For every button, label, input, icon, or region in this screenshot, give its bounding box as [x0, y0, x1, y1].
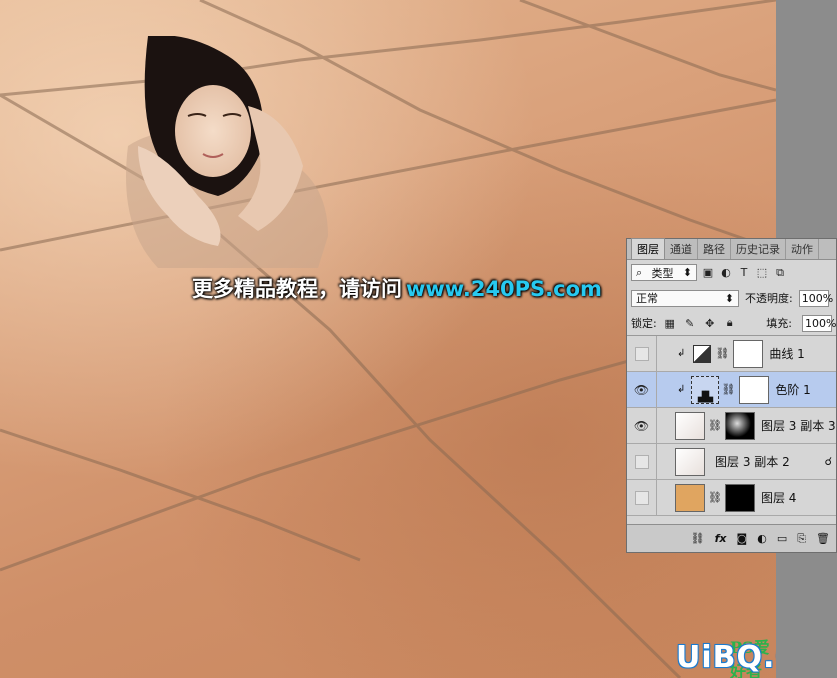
layer-row-selected[interactable]: 👁︎ ↲ ▟▙ ⛓︎ 色阶 1	[627, 371, 836, 408]
opacity-label: 不透明度:	[745, 292, 793, 305]
shape-filter-icon[interactable]: ⬚	[755, 266, 769, 280]
smart-object-thumbnail	[675, 447, 705, 476]
chain-link-icon: ⛓︎	[715, 347, 730, 360]
visibility-toggle[interactable]	[627, 479, 657, 516]
sleeping-person-image	[126, 36, 328, 268]
mask-thumbnail	[724, 411, 755, 440]
tab-actions[interactable]: 动作	[786, 239, 819, 259]
layer-name: 色阶 1	[775, 383, 811, 397]
layer-list: ↲ ⛓︎ 曲线 1 👁︎ ↲ ▟▙ ⛓︎ 色阶 1 👁︎ ⛓︎ 图层 3 副本 …	[627, 335, 836, 523]
folder-icon[interactable]: ▭	[777, 532, 787, 545]
visibility-toggle[interactable]	[627, 443, 657, 480]
layer-row[interactable]: ⛓︎ 图层 4	[627, 479, 836, 516]
watermark-cn-text: 更多精品教程，请访问	[192, 277, 402, 301]
layer-row[interactable]: ↲ ⛓︎ 曲线 1	[627, 336, 836, 372]
site-logo: UiBQ.CoM	[676, 640, 776, 675]
tab-paths[interactable]: 路径	[698, 239, 731, 259]
chain-link-icon: ⛓︎	[708, 491, 722, 504]
lock-transparent-icon[interactable]: ▦	[663, 316, 677, 330]
search-icon: ⌕	[636, 265, 643, 279]
fx-icon[interactable]: fx	[715, 532, 727, 545]
tab-channels[interactable]: 通道	[665, 239, 698, 259]
panel-tab-bar: 图层 通道 路径 历史记录 动作	[627, 238, 836, 260]
layer-row[interactable]: 👁︎ ⛓︎ 图层 3 副本 3	[627, 407, 836, 444]
mask-icon[interactable]: ◙	[737, 532, 748, 545]
lock-all-icon[interactable]: 🔒︎	[723, 316, 737, 330]
hidden-box-icon	[634, 490, 649, 505]
mask-thumbnail	[724, 483, 755, 512]
layer-name: 图层 3 副本 2	[715, 455, 790, 469]
type-filter-icon[interactable]: T	[737, 266, 751, 280]
smart-filter-icon: ☌	[824, 455, 832, 468]
trash-icon[interactable]: 🗑︎	[816, 532, 830, 545]
tab-layers[interactable]: 图层	[631, 238, 665, 259]
panel-footer: ⛓︎ fx ◙ ◐ ▭ ⎘ 🗑︎	[627, 524, 836, 552]
link-icon[interactable]: ⛓︎	[691, 532, 705, 545]
image-filter-icon[interactable]: ▣	[701, 266, 715, 280]
tutorial-watermark: 更多精品教程，请访问 www.240PS.com	[192, 273, 602, 303]
layer-name: 图层 3 副本 3	[760, 419, 836, 433]
smart-object-filter-icon[interactable]: ⧉	[773, 266, 787, 280]
clip-arrow-icon: ↲	[677, 348, 686, 359]
lock-position-icon[interactable]: ✥	[703, 316, 717, 330]
visibility-toggle[interactable]: 👁︎	[627, 407, 657, 444]
filter-label: 类型	[651, 266, 674, 280]
hidden-box-icon	[634, 454, 649, 469]
mask-thumbnail	[733, 339, 764, 368]
updown-arrow-icon: ⬍	[682, 266, 692, 279]
blend-mode-select[interactable]: 正常 ⬍	[631, 289, 739, 307]
adjustment-filter-icon[interactable]: ◐	[719, 266, 733, 280]
fill-label: 填充:	[766, 317, 792, 330]
lock-paint-icon[interactable]: ✎	[683, 316, 697, 330]
hidden-box-icon	[634, 346, 649, 361]
visibility-toggle[interactable]: 👁︎	[627, 371, 657, 408]
chain-link-icon: ⛓︎	[708, 419, 722, 432]
layer-filter-row: ⌕ 类型 ⬍ ▣ ◐ T ⬚ ⧉	[627, 260, 836, 285]
lock-label: 锁定:	[631, 317, 657, 330]
opacity-input[interactable]: 100%	[798, 289, 833, 307]
new-layer-icon[interactable]: ⎘	[797, 532, 806, 546]
adjustment-icon[interactable]: ◐	[757, 532, 767, 545]
eye-icon: 👁︎	[633, 382, 650, 397]
mask-thumbnail	[739, 375, 770, 404]
blend-mode-value: 正常	[636, 292, 658, 305]
watermark-url: www.240PS.com	[406, 277, 602, 301]
layer-filter-select[interactable]: ⌕ 类型 ⬍	[631, 264, 697, 281]
tab-history[interactable]: 历史记录	[731, 239, 786, 259]
eye-icon: 👁︎	[633, 418, 650, 433]
layers-panel: 图层 通道 路径 历史记录 动作 ⌕ 类型 ⬍ ▣ ◐ T ⬚ ⧉ 正常 ⬍ 不…	[626, 238, 837, 553]
visibility-toggle[interactable]	[627, 336, 657, 372]
curves-icon	[693, 344, 712, 363]
fill-input[interactable]: 100%	[802, 314, 836, 332]
blend-row: 正常 ⬍ 不透明度: 100%	[627, 285, 836, 311]
layer-thumbnail	[675, 411, 705, 440]
layer-row[interactable]: 图层 3 副本 2 ☌	[627, 443, 836, 480]
levels-icon: ▟▙	[691, 375, 720, 404]
layer-name: 图层 4	[760, 491, 797, 505]
layer-name: 曲线 1	[769, 347, 805, 361]
clip-arrow-icon: ↲	[677, 384, 686, 395]
layer-thumbnail	[675, 483, 705, 512]
updown-arrow-icon: ⬍	[724, 291, 734, 305]
lock-row: 锁定: ▦ ✎ ✥ 🔒︎ 填充: 100%	[627, 311, 836, 335]
chain-link-icon: ⛓︎	[721, 383, 736, 396]
